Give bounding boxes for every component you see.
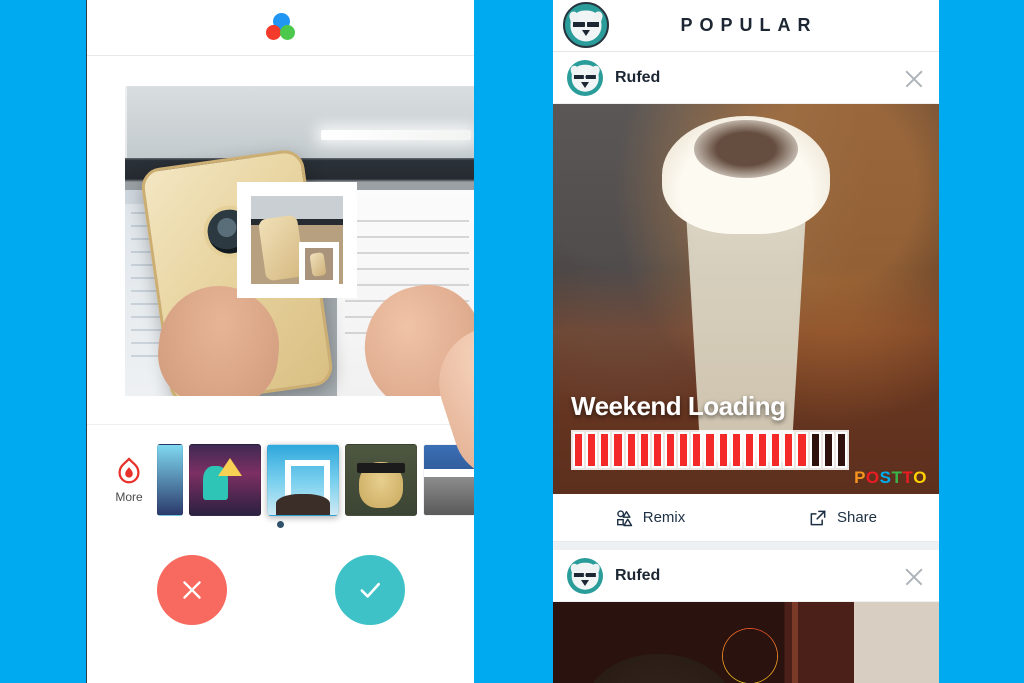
post-image[interactable] xyxy=(553,602,939,683)
progress-bar-filled xyxy=(586,432,598,468)
remix-icon xyxy=(616,509,632,526)
pagination-dot-active[interactable] xyxy=(277,521,284,528)
progress-bar-empty xyxy=(809,432,821,468)
cancel-button[interactable] xyxy=(156,555,227,625)
post-overlay-title: Weekend Loading xyxy=(571,391,786,421)
share-icon xyxy=(810,510,826,525)
more-templates-button[interactable]: More xyxy=(101,456,157,504)
template-thumbnail-strip[interactable]: More xyxy=(87,434,474,526)
progress-bar-filled xyxy=(730,432,742,468)
template-thumbnail[interactable] xyxy=(345,444,417,516)
progress-bar-filled xyxy=(678,432,690,468)
progress-bar-filled xyxy=(796,432,808,468)
post-action-bar: Remix Share xyxy=(553,494,939,542)
editor-topbar xyxy=(87,0,474,56)
progress-bar-filled xyxy=(651,432,663,468)
photo-editor-panel: More xyxy=(86,0,474,683)
share-button[interactable]: Share xyxy=(746,494,939,541)
pagination-dots xyxy=(87,521,474,528)
feed-separator xyxy=(553,542,939,550)
template-thumbnail[interactable] xyxy=(157,444,183,516)
feed-post: Rufed Weekend Loading POSTTO Remix Share xyxy=(553,52,939,542)
chocolate-sprinkles xyxy=(694,120,798,178)
flame-icon xyxy=(118,457,140,484)
progress-bar-filled xyxy=(756,432,769,468)
logo-dot-red xyxy=(265,24,281,40)
more-templates-label: More xyxy=(115,490,143,504)
close-icon[interactable] xyxy=(903,67,925,89)
droste-frame-inner xyxy=(298,241,340,284)
preview-image xyxy=(125,86,474,396)
post-image[interactable]: Weekend Loading POSTTO xyxy=(553,104,939,494)
check-icon xyxy=(360,582,380,598)
progress-bar-filled xyxy=(743,432,755,468)
confirm-button[interactable] xyxy=(334,555,405,625)
post-header: Rufed xyxy=(553,550,939,602)
tiger-avatar-icon xyxy=(567,59,603,96)
post-avatar[interactable] xyxy=(567,59,603,96)
droste-frame-outer xyxy=(237,182,357,298)
feed-header: POPULAR xyxy=(553,0,939,52)
remix-label: Remix xyxy=(642,509,686,526)
watermark-letter: S xyxy=(879,468,892,487)
share-label: Share xyxy=(836,509,878,526)
watermark-letter: O xyxy=(865,468,880,487)
post-username: Rufed xyxy=(615,566,661,584)
editor-action-row xyxy=(87,555,474,625)
progress-bar-overlay xyxy=(571,430,849,470)
progress-bar-filled xyxy=(638,432,650,468)
post-avatar[interactable] xyxy=(567,557,603,594)
logo-dot-green xyxy=(279,24,295,40)
person-hair xyxy=(583,654,734,683)
post-username: Rufed xyxy=(615,68,661,86)
watermark-letter: O xyxy=(913,468,927,487)
gradient-ring-overlay xyxy=(721,628,778,683)
feed-post: Rufed xyxy=(553,550,939,683)
progress-bar-filled xyxy=(625,432,637,468)
app-logo-icon xyxy=(263,12,299,44)
progress-bar-empty xyxy=(835,432,847,468)
progress-bar-filled xyxy=(770,432,782,468)
progress-bar-filled xyxy=(717,432,729,468)
progress-bar-filled xyxy=(599,432,611,468)
postto-watermark: POSTTO xyxy=(854,468,927,488)
close-icon[interactable] xyxy=(903,565,925,587)
template-thumbnail[interactable] xyxy=(189,444,261,516)
template-thumbnail-selected[interactable] xyxy=(267,444,339,516)
popular-feed-panel: POPULAR Rufed Weekend Loading POSTTO Rem… xyxy=(553,0,939,683)
watermark-letter: T xyxy=(902,468,914,487)
remix-button[interactable]: Remix xyxy=(553,494,746,541)
progress-bar-filled xyxy=(612,432,624,468)
page-title: POPULAR xyxy=(680,15,818,35)
progress-bar-filled xyxy=(664,432,677,468)
progress-bar-filled xyxy=(704,432,716,468)
progress-bar-filled xyxy=(691,432,703,468)
photo-preview-area[interactable] xyxy=(125,86,474,490)
tiger-avatar-icon xyxy=(563,2,609,48)
watermark-letter: P xyxy=(854,468,866,487)
strip-divider xyxy=(87,424,474,425)
tiger-avatar-icon xyxy=(567,557,603,594)
progress-bar-filled xyxy=(783,432,795,468)
progress-bar-empty xyxy=(822,432,834,468)
post-header: Rufed xyxy=(553,52,939,104)
close-icon xyxy=(182,581,201,599)
progress-bar-filled xyxy=(573,432,585,468)
watermark-letter: T xyxy=(891,468,903,487)
profile-avatar-button[interactable] xyxy=(563,2,609,48)
